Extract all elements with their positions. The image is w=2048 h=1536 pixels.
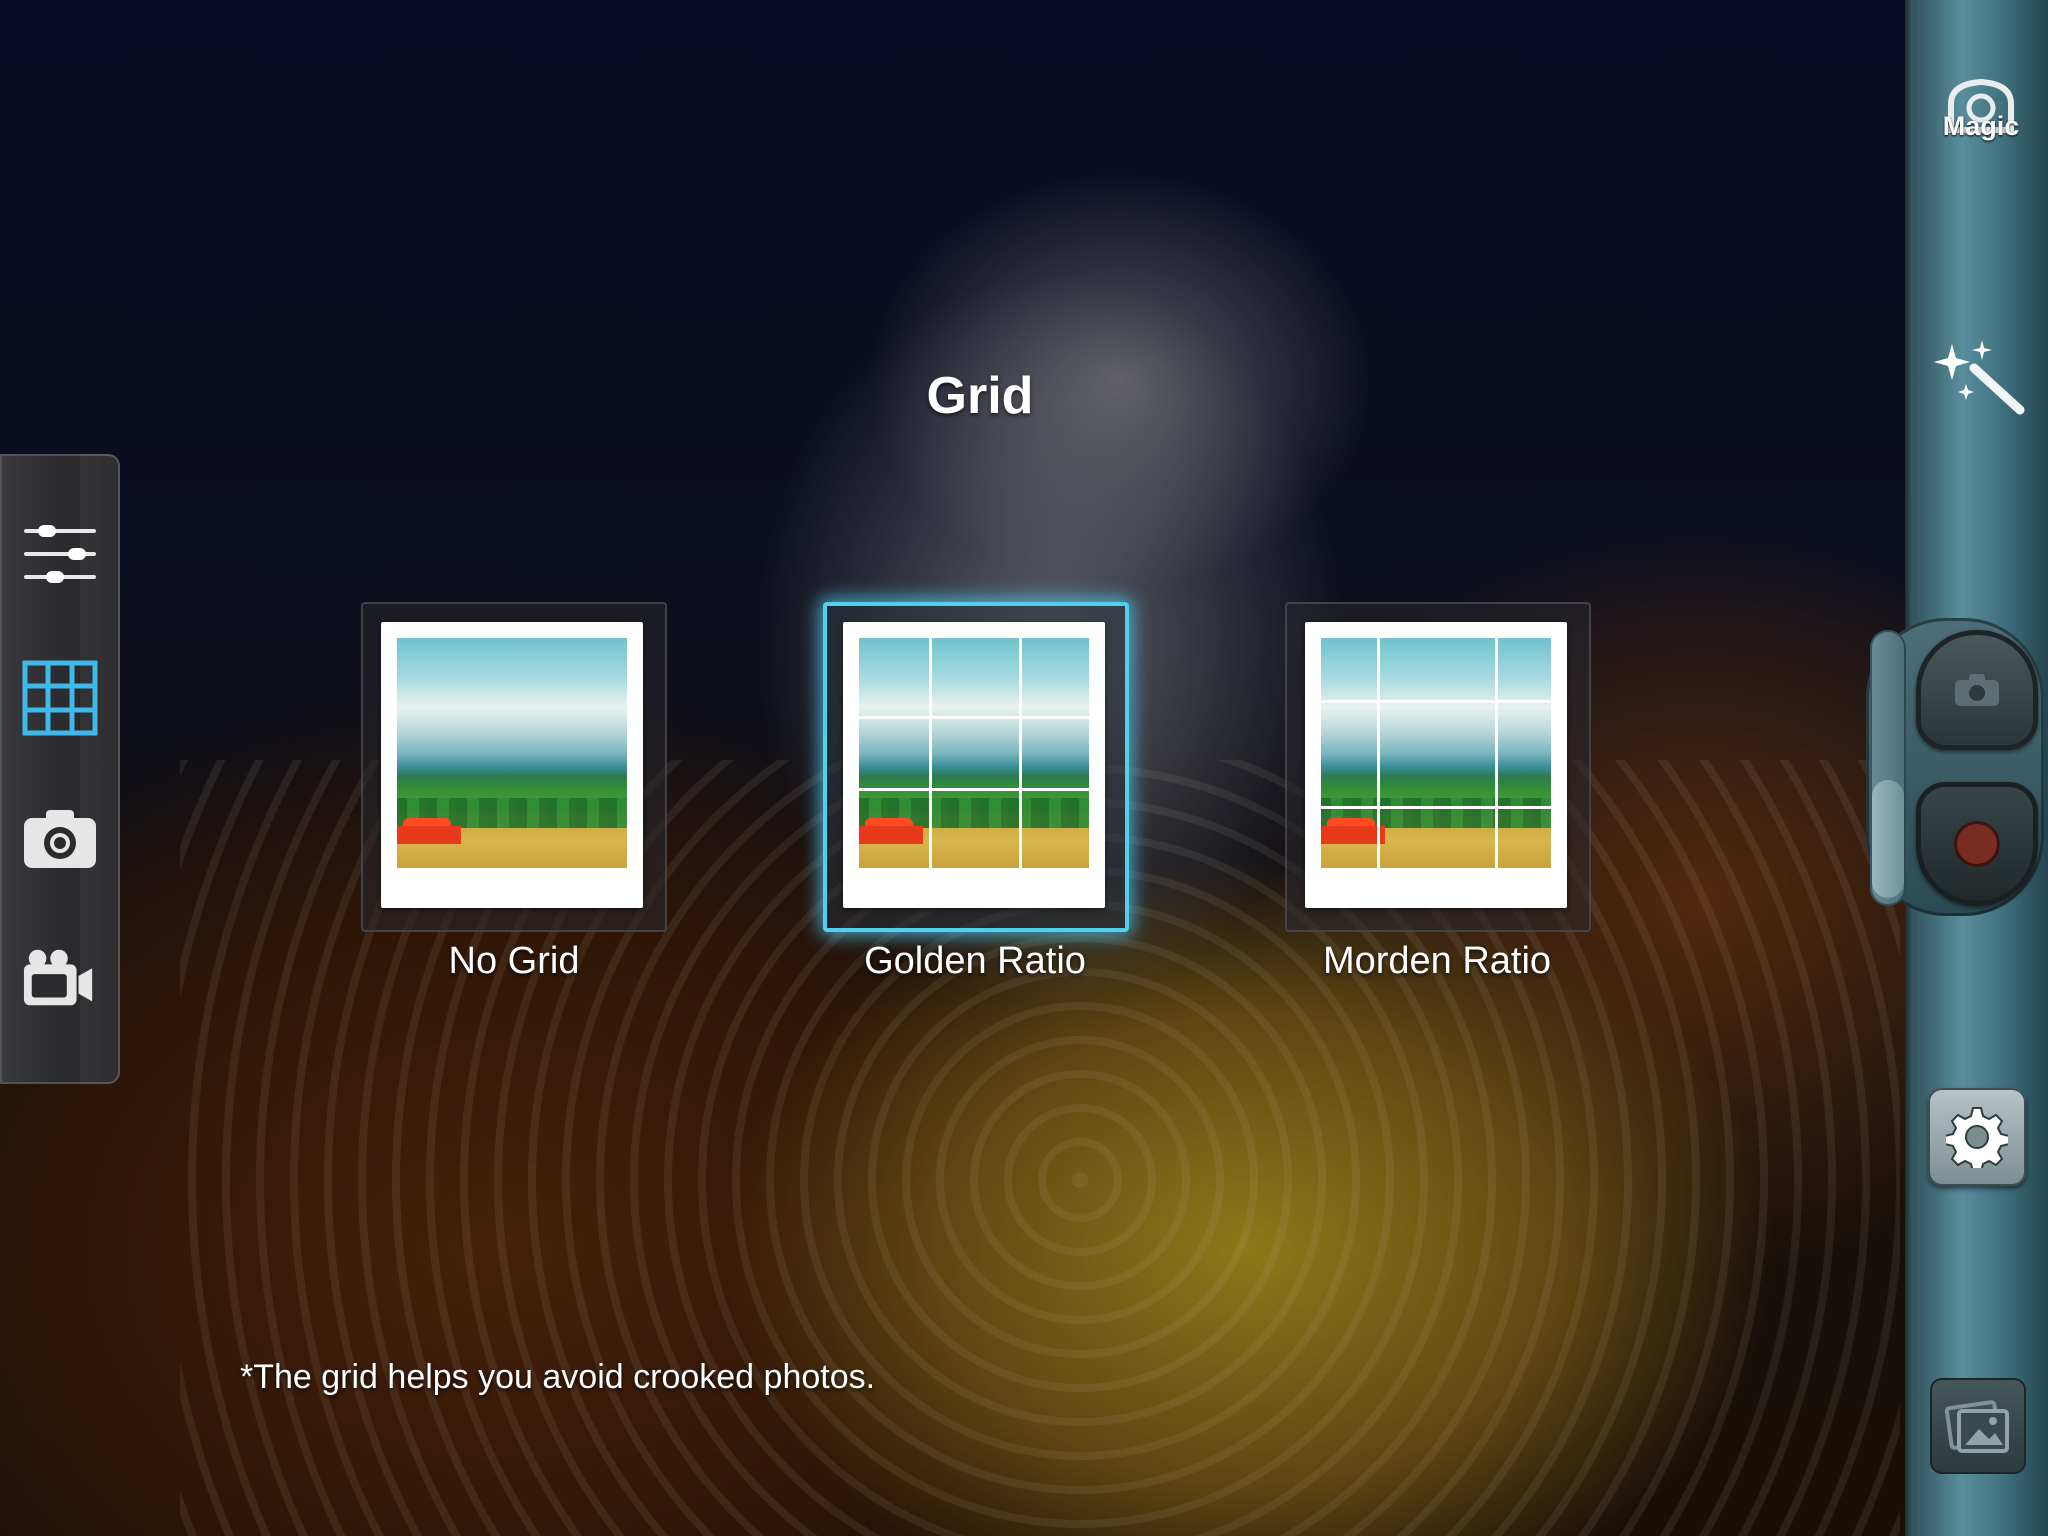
- option-label-golden-ratio: Golden Ratio: [864, 940, 1086, 982]
- photo-mode-button[interactable]: [22, 800, 98, 876]
- record-button[interactable]: [1916, 782, 2038, 906]
- grid-hint-text: *The grid helps you avoid crooked photos…: [240, 1358, 876, 1396]
- shutter-button[interactable]: [1916, 630, 2038, 750]
- shutter-camera-icon: [1955, 674, 1999, 706]
- magic-button[interactable]: Magic: [1936, 70, 2026, 150]
- mode-switch-knob[interactable]: [1872, 780, 1904, 898]
- left-toolbar: [0, 454, 120, 1084]
- grid-option-golden-ratio[interactable]: [823, 602, 1129, 932]
- magic-wand-button[interactable]: [1930, 338, 2030, 418]
- option-label-morden-ratio: Morden Ratio: [1322, 940, 1552, 982]
- gear-icon: [1946, 1107, 2008, 1168]
- camera-icon: [24, 810, 96, 868]
- record-icon: [1954, 821, 2000, 867]
- grid-button[interactable]: [22, 660, 98, 736]
- magic-wand-icon: [1934, 340, 2025, 415]
- panel-title: Grid: [926, 367, 1034, 425]
- option-label-no-grid: No Grid: [448, 940, 580, 982]
- settings-button[interactable]: [1928, 1088, 2026, 1186]
- magic-label: Magic: [1942, 111, 2020, 141]
- video-mode-button[interactable]: [22, 940, 98, 1016]
- video-camera-icon: [23, 949, 93, 1006]
- gallery-button[interactable]: [1930, 1378, 2026, 1474]
- sliders-icon: [24, 525, 96, 583]
- grid-option-no-grid[interactable]: [361, 602, 667, 932]
- option-thumbnail: [381, 622, 643, 908]
- grid-icon: [22, 660, 98, 736]
- photo-video-mode-switch[interactable]: [1870, 630, 1906, 906]
- option-thumbnail: [1305, 622, 1567, 908]
- grid-option-morden-ratio[interactable]: [1285, 602, 1591, 932]
- option-thumbnail: [843, 622, 1105, 908]
- adjustments-button[interactable]: [22, 516, 98, 592]
- gallery-icon: [1944, 1400, 2009, 1453]
